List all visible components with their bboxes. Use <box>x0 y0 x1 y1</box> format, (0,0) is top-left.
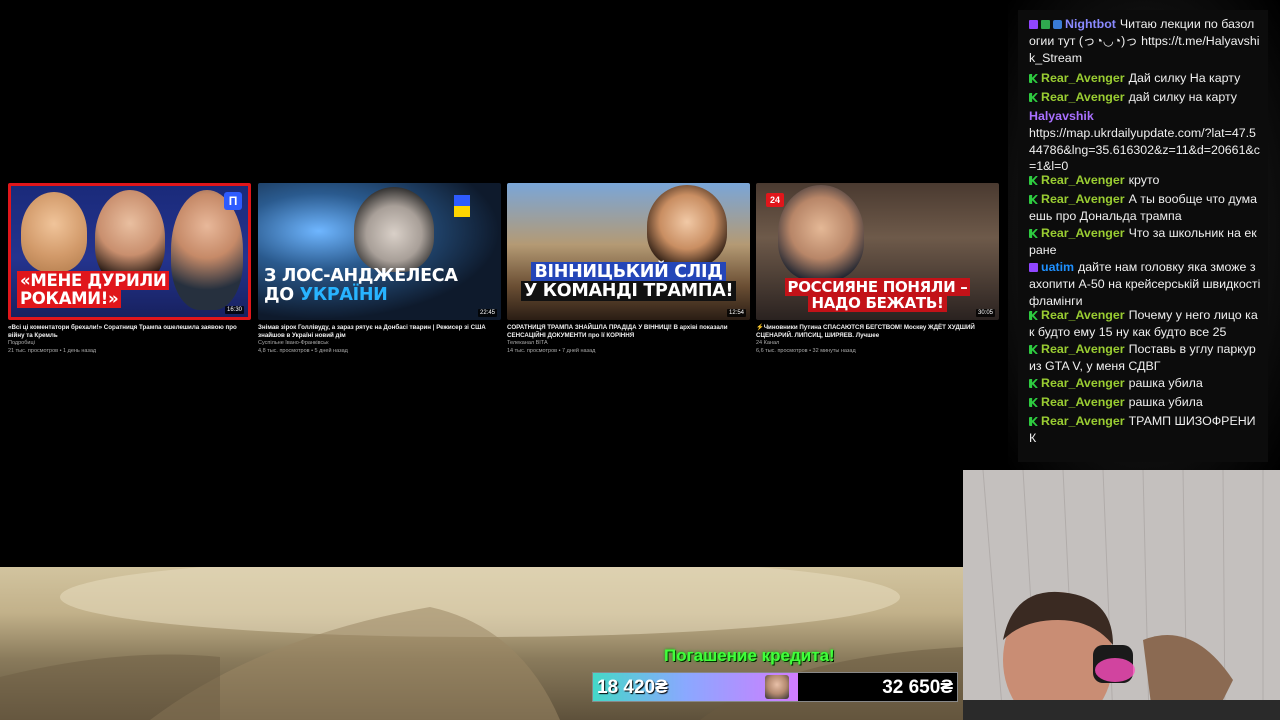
donation-goal-label: Погашение кредита! <box>664 646 835 665</box>
video-thumbnail[interactable]: ВІННИЦЬКИЙ СЛІД У КОМАНДІ ТРАМПА! 12:54 <box>507 183 750 320</box>
green-badge-icon <box>1029 379 1038 388</box>
person-figure <box>778 185 864 281</box>
chat-message: Rear_Avenger А ты вообще что думаешь про … <box>1029 191 1261 225</box>
chat-message: Rear_Avenger круто <box>1029 172 1261 189</box>
chat-message: Nightbot Читаю лекции по базологии тут (っ… <box>1029 16 1261 66</box>
chat-username[interactable]: Rear_Avenger <box>1041 414 1125 428</box>
channel-name[interactable]: Подробиці <box>8 340 251 348</box>
green-badge-icon <box>1029 93 1038 102</box>
thumbnail-headline: ВІННИЦЬКИЙ СЛІД У КОМАНДІ ТРАМПА! <box>513 262 744 301</box>
person-figure <box>647 185 727 267</box>
video-thumbnail[interactable]: З ЛОС-АНДЖЕЛЕСА ДО УКРАЇНИ 22:45 <box>258 183 501 320</box>
chat-username[interactable]: Rear_Avenger <box>1041 395 1125 409</box>
donation-goal-target: 32 650₴ <box>882 677 953 698</box>
chat-username[interactable]: Rear_Avenger <box>1041 308 1125 322</box>
chat-message-text: рашка убила <box>1128 395 1203 409</box>
green-badge-icon <box>1029 345 1038 354</box>
chat-username[interactable]: Rear_Avenger <box>1041 192 1125 206</box>
chat-username[interactable]: Rear_Avenger <box>1041 71 1125 85</box>
video-meta: 21 тыс. просмотров • 1 день назад <box>8 347 97 354</box>
chat-message-text: круто <box>1128 173 1160 187</box>
video-title[interactable]: Знімав зірок Голлівуду, а зараз рятує на… <box>258 324 493 340</box>
chat-message: Rear_Avenger Что за школьник на екране <box>1029 225 1261 259</box>
channel-logo: П <box>224 192 242 210</box>
flag-icon <box>454 195 470 217</box>
video-duration: 30:05 <box>975 309 995 317</box>
video-thumbnail[interactable]: П «МЕНЕ ДУРИЛИ РОКАМИ!» 16:30 <box>8 183 251 320</box>
video-meta: 14 тыс. просмотров • 7 дней назад <box>507 347 596 354</box>
chat-message: Rear_Avenger Почему у него лицо как будто… <box>1029 307 1261 341</box>
related-videos-grid: П «МЕНЕ ДУРИЛИ РОКАМИ!» 16:30 «Всі ці ко… <box>8 183 1000 363</box>
video-card[interactable]: П «МЕНЕ ДУРИЛИ РОКАМИ!» 16:30 «Всі ці ко… <box>8 183 251 355</box>
person-figure <box>354 187 434 272</box>
chat-message-text: рашка убила <box>1128 376 1203 390</box>
video-meta: 4,8 тыс. просмотров • 5 дней назад <box>258 347 348 354</box>
video-title[interactable]: ⚡Чиновники Путина СПАСАЮТСЯ БЕГСТВОМ! Мо… <box>756 324 991 340</box>
chat-message: Rear_Avenger Дай силку На карту <box>1029 70 1261 87</box>
video-card[interactable]: ВІННИЦЬКИЙ СЛІД У КОМАНДІ ТРАМПА! 12:54 … <box>507 183 750 355</box>
thumbnail-headline: «МЕНЕ ДУРИЛИ РОКАМИ!» <box>17 271 242 308</box>
chat-message: Rear_Avenger рашка убила <box>1029 375 1261 392</box>
channel-logo: 24 <box>766 193 784 207</box>
video-card[interactable]: 24 РОССИЯНЕ ПОНЯЛИ – НАДО БЕЖАТЬ! 30:05 … <box>756 183 999 355</box>
channel-name[interactable]: Телеканал ВІТА <box>507 340 750 348</box>
donation-goal-current: 18 420₴ <box>597 677 668 698</box>
channel-name[interactable]: Суспільне Івано-Франківськ <box>258 340 501 348</box>
chat-username[interactable]: Rear_Avenger <box>1041 90 1125 104</box>
chat-message: Rear_Avenger Поставь в углу паркур из GTA… <box>1029 341 1261 375</box>
chat-message-text: Дай силку На карту <box>1128 71 1241 85</box>
chat-message: uatim дайте нам головку яка зможе захопит… <box>1029 259 1261 309</box>
chat-message: Rear_Avenger дай силку на карту <box>1029 89 1261 106</box>
chat-username[interactable]: Rear_Avenger <box>1041 226 1125 240</box>
video-title[interactable]: «Всі ці коментатори брехали!» Соратниця … <box>8 324 243 340</box>
donation-goal-bar: 18 420₴ 32 650₴ <box>592 672 958 702</box>
chat-username[interactable]: Halyavshik <box>1029 109 1094 123</box>
chat-message: Rear_Avenger рашка убила <box>1029 394 1261 411</box>
green-badge-icon <box>1029 417 1038 426</box>
thumbnail-headline: З ЛОС-АНДЖЕЛЕСА ДО УКРАЇНИ <box>264 266 458 305</box>
chat-username[interactable]: Rear_Avenger <box>1041 376 1125 390</box>
chat-message-text: дай силку на карту <box>1128 90 1237 104</box>
chat-username[interactable]: Nightbot <box>1065 17 1116 31</box>
goal-avatar <box>765 675 789 699</box>
chat-message-text: https://map.ukrdailyupdate.com/?lat=47.5… <box>1029 125 1260 174</box>
purple-badge-icon <box>1029 20 1038 29</box>
purple-badge-icon <box>1029 263 1038 272</box>
video-duration: 12:54 <box>726 309 746 317</box>
video-thumbnail[interactable]: 24 РОССИЯНЕ ПОНЯЛИ – НАДО БЕЖАТЬ! 30:05 <box>756 183 999 320</box>
chat-username[interactable]: uatim <box>1041 260 1074 274</box>
person-figure <box>21 192 87 272</box>
video-duration: 22:45 <box>477 309 497 317</box>
video-duration: 16:30 <box>224 306 244 314</box>
green-badge-icon <box>1029 311 1038 320</box>
webcam-scene <box>963 470 1280 720</box>
webcam-feed <box>963 470 1280 720</box>
green-badge-icon <box>1029 74 1038 83</box>
green-badge-icon <box>1029 229 1038 238</box>
chat-message-text: Читаю лекции по базологии тут (っ◔◡◔)っ ht… <box>1029 17 1260 65</box>
video-card[interactable]: З ЛОС-АНДЖЕЛЕСА ДО УКРАЇНИ 22:45 Знімав … <box>258 183 501 355</box>
green-badge-icon <box>1029 176 1038 185</box>
chat-username[interactable]: Rear_Avenger <box>1041 173 1125 187</box>
video-title[interactable]: СОРАТНИЦЯ ТРАМПА ЗНАЙШЛА ПРАДІДА У ВІННИ… <box>507 324 742 340</box>
check-badge-icon <box>1041 20 1050 29</box>
chat-message: Halyavshik https://map.ukrdailyupdate.com… <box>1029 108 1261 175</box>
bot-badge-icon <box>1053 20 1062 29</box>
green-badge-icon <box>1029 398 1038 407</box>
chat-username[interactable]: Rear_Avenger <box>1041 342 1125 356</box>
green-badge-icon <box>1029 195 1038 204</box>
chat-message: Rear_Avenger ТРАМП ШИЗОФРЕНИК <box>1029 413 1261 447</box>
channel-name[interactable]: 24 Канал <box>756 340 999 348</box>
thumbnail-headline: РОССИЯНЕ ПОНЯЛИ – НАДО БЕЖАТЬ! <box>762 278 993 313</box>
video-meta: 6,6 тыс. просмотров • 32 минуты назад <box>756 347 856 354</box>
